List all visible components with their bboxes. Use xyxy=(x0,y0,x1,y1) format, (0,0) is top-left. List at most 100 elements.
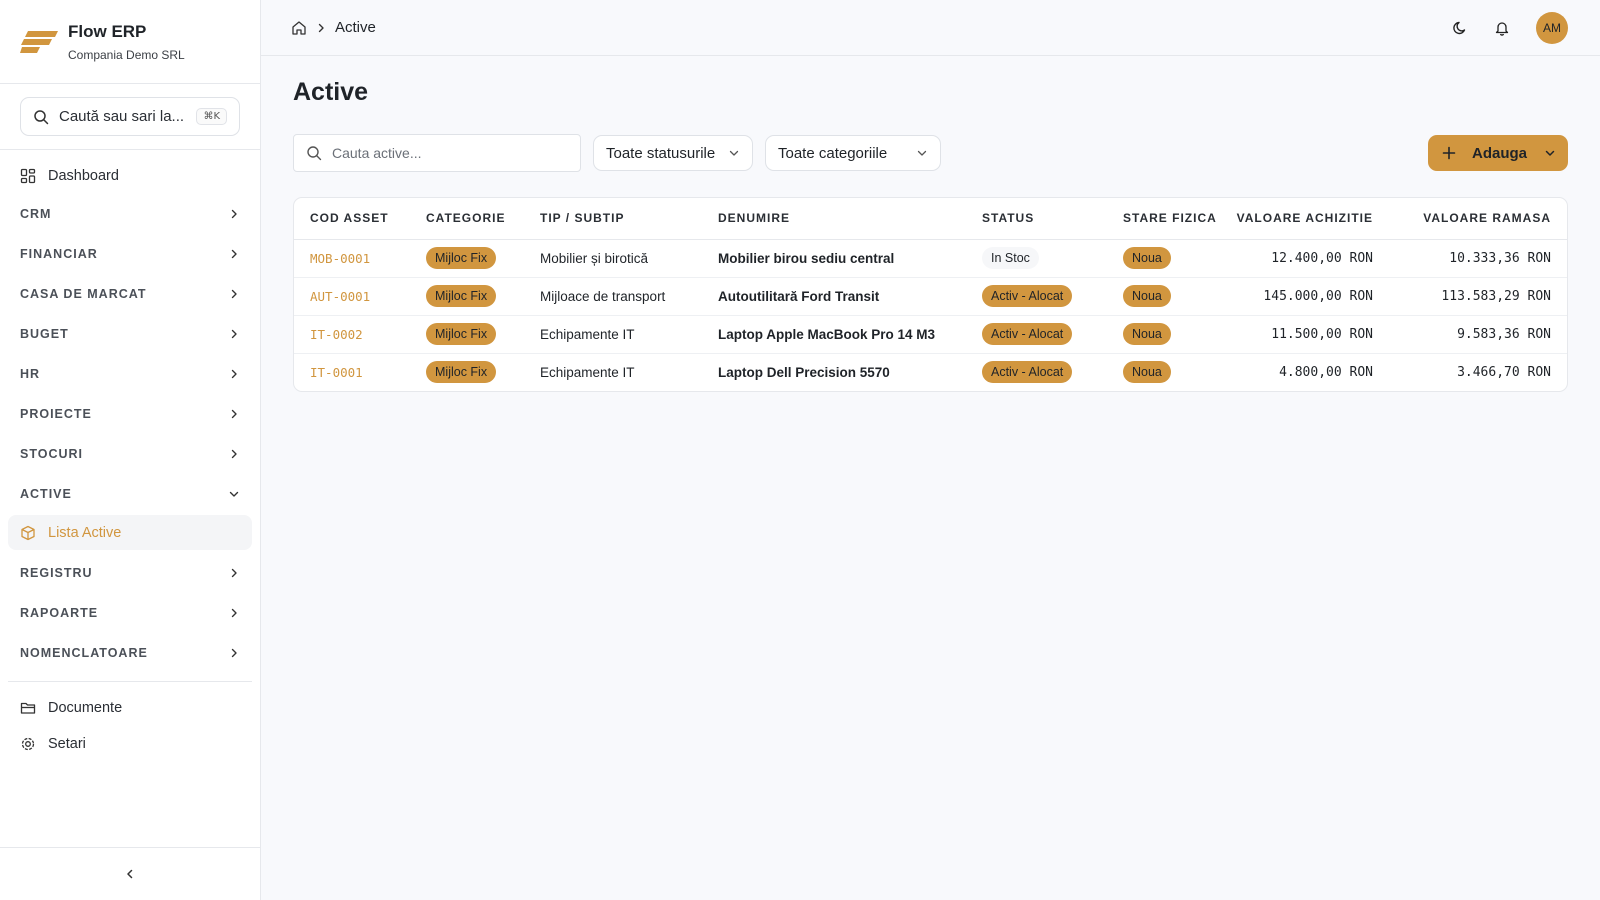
sidebar-group-financiar[interactable]: FINANCIAR xyxy=(8,234,252,274)
search-icon xyxy=(34,109,49,124)
status-cell: Activ - Alocat xyxy=(966,315,1107,354)
bell-icon[interactable] xyxy=(1494,20,1510,36)
chevron-right-icon xyxy=(231,449,237,459)
purchase-value-cell: 12.400,00 RON xyxy=(1217,239,1389,278)
status-filter-select[interactable]: Toate statusurile xyxy=(593,135,753,171)
sidebar-group-label: REGISTRU xyxy=(20,566,93,580)
column-header[interactable]: VALOARE ACHIZITIE xyxy=(1217,198,1389,240)
category-cell: Mijloc Fix xyxy=(410,315,524,354)
remaining-value-cell: 9.583,36 RON xyxy=(1389,315,1567,354)
sidebar-item-setari[interactable]: Setari xyxy=(8,726,252,762)
breadcrumb-current: Active xyxy=(335,19,376,36)
sidebar-group-hr[interactable]: HR xyxy=(8,354,252,394)
chevron-right-icon xyxy=(231,409,237,419)
category-filter-select[interactable]: Toate categoriile xyxy=(765,135,941,171)
status-badge: Activ - Alocat xyxy=(982,285,1073,307)
main-content: Active Toate statusurile Toate categorii… xyxy=(261,56,1600,900)
sidebar-group-label: HR xyxy=(20,367,41,381)
avatar[interactable]: AM xyxy=(1536,11,1568,44)
sidebar-group-label: PROIECTE xyxy=(20,407,92,421)
table-row[interactable]: AUT-0001 Mijloc Fix Mijloace de transport A… xyxy=(294,277,1567,316)
condition-cell: Noua xyxy=(1107,239,1217,278)
column-header[interactable]: TIP / SUBTIP xyxy=(524,198,702,240)
table-row[interactable]: IT-0002 Mijloc Fix Echipamente IT Laptop Ap… xyxy=(294,315,1567,354)
sidebar-group-nomenclatoare[interactable]: NOMENCLATOARE xyxy=(8,633,252,673)
sidebar-group-proiecte[interactable]: PROIECTE xyxy=(8,394,252,434)
sidebar-group-rapoarte[interactable]: RAPOARTE xyxy=(8,593,252,633)
search-icon xyxy=(307,146,322,161)
topbar: Active AM xyxy=(261,0,1600,56)
moon-icon[interactable] xyxy=(1452,20,1468,36)
condition-cell: Noua xyxy=(1107,277,1217,316)
assets-table: COD ASSET CATEGORIE TIP / SUBTIP DENUMIR… xyxy=(293,197,1568,392)
asset-name-cell: Laptop Dell Precision 5570 xyxy=(718,364,890,380)
status-badge: In Stoc xyxy=(982,247,1039,269)
category-cell: Mijloc Fix xyxy=(410,277,524,316)
sidebar-group-label: BUGET xyxy=(20,327,69,341)
chevron-right-icon xyxy=(231,289,237,299)
column-header[interactable]: VALOARE RAMASA xyxy=(1389,198,1567,240)
asset-code-link[interactable]: IT-0001 xyxy=(294,353,410,391)
purchase-value-cell: 145.000,00 RON xyxy=(1217,277,1389,316)
condition-badge: Noua xyxy=(1123,323,1171,345)
column-header[interactable]: CATEGORIE xyxy=(410,198,524,240)
chevron-down-icon xyxy=(917,150,927,156)
sidebar-group-casa-de-marcat[interactable]: CASA DE MARCAT xyxy=(8,274,252,314)
sidebar-item-lista-active[interactable]: Lista Active xyxy=(8,515,252,550)
sidebar-group-active[interactable]: ACTIVE xyxy=(8,474,252,514)
sidebar-item-documente[interactable]: Documente xyxy=(8,690,252,726)
shortcut-badge: ⌘K xyxy=(196,108,227,125)
sidebar-item-label: Documente xyxy=(48,700,123,716)
asset-search[interactable] xyxy=(293,134,581,172)
type-cell: Mijloace de transport xyxy=(524,277,702,316)
breadcrumb: Active xyxy=(291,19,376,36)
sidebar: Flow ERP Compania Demo SRL Caută sau sar… xyxy=(0,0,261,900)
sidebar-group-label: STOCURI xyxy=(20,447,84,461)
chevron-right-icon xyxy=(231,568,237,578)
status-cell: Activ - Alocat xyxy=(966,277,1107,316)
sidebar-group-crm[interactable]: CRM xyxy=(8,194,252,234)
asset-code-link[interactable]: MOB-0001 xyxy=(294,239,410,278)
sidebar-group-stocuri[interactable]: STOCURI xyxy=(8,434,252,474)
sidebar-group-buget[interactable]: BUGET xyxy=(8,314,252,354)
home-icon[interactable] xyxy=(291,20,307,36)
collapse-sidebar-button[interactable] xyxy=(0,847,260,900)
sidebar-item-dashboard[interactable]: Dashboard xyxy=(8,158,252,194)
sidebar-group-label: CRM xyxy=(20,207,52,221)
add-asset-button[interactable]: Adauga xyxy=(1428,135,1568,171)
box-icon xyxy=(20,525,36,541)
sidebar-nav: Dashboard CRM FINANCIAR CASA DE MARCAT BUGE… xyxy=(0,150,260,762)
table-row[interactable]: IT-0001 Mijloc Fix Echipamente IT Laptop De… xyxy=(294,353,1567,391)
folder-icon xyxy=(20,700,36,716)
asset-name-cell: Mobilier birou sediu central xyxy=(702,239,966,278)
search-input[interactable] xyxy=(332,145,552,161)
asset-name-cell: Autoutilitară Ford Transit xyxy=(702,277,966,316)
flow-logo-icon xyxy=(20,30,58,53)
remaining-value-cell: 113.583,29 RON xyxy=(1389,277,1567,316)
asset-code-link[interactable]: AUT-0001 xyxy=(294,277,410,316)
chevron-right-icon xyxy=(231,648,237,658)
column-header[interactable]: DENUMIRE xyxy=(702,198,966,240)
sidebar-group-registru[interactable]: REGISTRU xyxy=(8,553,252,593)
company-name: Compania Demo SRL xyxy=(68,47,185,62)
sidebar-search-input[interactable]: Caută sau sari la... ⌘K xyxy=(20,97,240,136)
column-header[interactable]: STARE FIZICA xyxy=(1107,198,1217,240)
category-badge: Mijloc Fix xyxy=(426,285,497,307)
status-cell: In Stoc xyxy=(966,239,1107,278)
type-cell: Echipamente IT xyxy=(524,315,702,354)
brand[interactable]: Flow ERP Compania Demo SRL xyxy=(0,0,260,84)
asset-code-link[interactable]: IT-0002 xyxy=(294,315,410,354)
column-header[interactable]: STATUS xyxy=(966,198,1107,240)
chevron-right-icon xyxy=(231,249,237,259)
page-title: Active xyxy=(293,78,369,106)
sidebar-group-label: NOMENCLATOARE xyxy=(20,646,148,660)
add-button-label: Adauga xyxy=(1472,144,1528,162)
plus-icon xyxy=(1442,146,1456,160)
sidebar-item-label: Dashboard xyxy=(48,168,119,184)
chevron-down-icon xyxy=(229,491,239,497)
chevron-down-icon[interactable] xyxy=(1544,147,1556,159)
column-header[interactable]: COD ASSET xyxy=(294,198,410,240)
chevron-right-icon xyxy=(231,369,237,379)
table-row[interactable]: MOB-0001 Mijloc Fix Mobilier și birotică Mo… xyxy=(294,239,1567,278)
category-badge: Mijloc Fix xyxy=(426,247,497,269)
